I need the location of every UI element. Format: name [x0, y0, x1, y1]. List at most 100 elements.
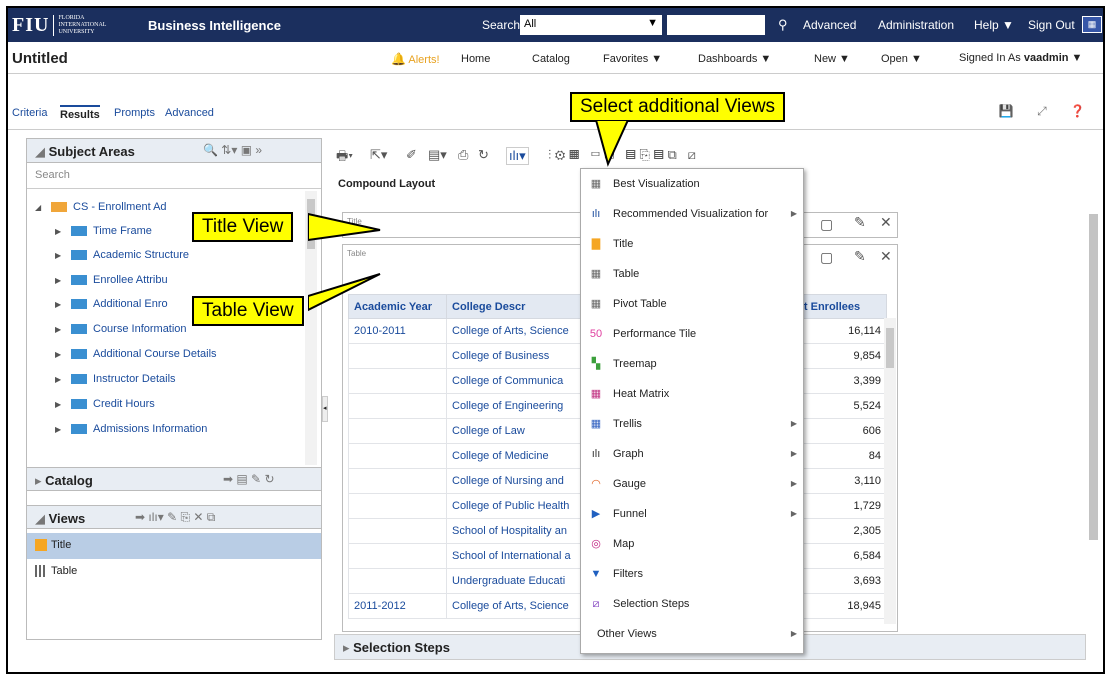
alerts-link[interactable]: 🔔 Alerts! [391, 52, 440, 66]
favorites-menu[interactable]: Favorites ▼ [603, 53, 662, 65]
menu-item-trellis[interactable]: ▦ Trellis ▶ [581, 409, 803, 439]
menu-item-filters[interactable]: ▼ Filters [581, 559, 803, 589]
year-cell[interactable] [348, 393, 447, 419]
sign-out-link[interactable]: Sign Out [1028, 18, 1075, 32]
college-cell[interactable]: College of Law [446, 418, 583, 444]
export-icon[interactable]: ⇱▾ [370, 147, 387, 163]
college-cell[interactable]: College of Arts, Science [446, 593, 583, 619]
panel-collapse-handle[interactable]: ◂ [322, 396, 328, 422]
tree-item-course-information[interactable]: ▶ Course Information [55, 323, 187, 335]
menu-item-table[interactable]: ▦ Table [581, 259, 803, 289]
year-cell[interactable]: 2010-2011 [348, 318, 447, 344]
search-icon[interactable]: ⚲ [778, 17, 788, 33]
tree-item-instructor-details[interactable]: ▶ Instructor Details [55, 373, 176, 385]
menu-item-pivot-table[interactable]: ▦ Pivot Table [581, 289, 803, 319]
menu-item-other-views[interactable]: Other Views ▶ [581, 619, 803, 649]
close-icon[interactable]: ✕ [880, 214, 892, 231]
views-toolbar-icon[interactable]: ➡ ılı▾ ✎ ⎘ ✕ ⧉ [135, 510, 215, 525]
menu-item-selection-steps[interactable]: ⧄ Selection Steps [581, 589, 803, 619]
year-cell[interactable]: 2011-2012 [348, 593, 447, 619]
college-cell[interactable]: College of Business [446, 343, 583, 369]
menu-item-gauge[interactable]: ◠ Gauge ▶ [581, 469, 803, 499]
print-icon[interactable]: 🖶▾ [336, 147, 353, 169]
dashboards-menu[interactable]: Dashboards ▼ [698, 53, 771, 65]
add-to-criteria-icon[interactable]: ➡ ▤ ✎ ↻ [223, 472, 275, 486]
college-cell[interactable]: College of Public Health [446, 493, 583, 519]
menu-item-graph[interactable]: ılı Graph ▶ [581, 439, 803, 469]
menu-item-map[interactable]: ◎ Map [581, 529, 803, 559]
new-view-icon[interactable]: ılı▾ [506, 147, 529, 165]
college-cell[interactable]: College of Arts, Science [446, 318, 583, 344]
tree-item-time-frame[interactable]: ▶ Time Frame [55, 225, 152, 237]
year-cell[interactable] [348, 543, 447, 569]
views-header[interactable]: ◢ Views ➡ ılı▾ ✎ ⎘ ✕ ⧉ [27, 505, 321, 529]
print-preview-icon[interactable]: ⎙ [458, 147, 468, 163]
administration-link[interactable]: Administration [878, 18, 954, 32]
catalog-link[interactable]: Catalog [532, 53, 570, 65]
subject-search-input[interactable]: Search [27, 163, 321, 189]
subject-areas-header[interactable]: ◢ Subject Areas 🔍 ⇅▾ ▣ » [27, 139, 321, 163]
college-cell[interactable]: School of International a [446, 543, 583, 569]
view-item-title[interactable]: Title [27, 533, 321, 559]
advanced-link[interactable]: Advanced [803, 18, 856, 32]
menu-item-heat-matrix[interactable]: ▦ Heat Matrix [581, 379, 803, 409]
scrollbar-thumb[interactable] [886, 328, 894, 368]
year-cell[interactable] [348, 468, 447, 494]
year-cell[interactable] [348, 368, 447, 394]
college-cell[interactable]: College of Nursing and [446, 468, 583, 494]
search-icon[interactable]: 🔍 ⇅▾ ▣ » [203, 143, 262, 157]
edit-icon[interactable]: ✎ [854, 248, 866, 265]
year-cell[interactable] [348, 568, 447, 594]
catalog-header[interactable]: ▸ Catalog ➡ ▤ ✎ ↻ [27, 467, 321, 491]
menu-item-treemap[interactable]: ▚ Treemap [581, 349, 803, 379]
menu-item-funnel[interactable]: ▶ Funnel ▶ [581, 499, 803, 529]
college-cell[interactable]: College of Communica [446, 368, 583, 394]
home-link[interactable]: Home [461, 53, 490, 65]
new-menu[interactable]: New ▼ [814, 53, 850, 65]
scrollbar-thumb[interactable] [1089, 214, 1098, 540]
search-scope-select[interactable]: All ▼ [520, 15, 662, 35]
open-menu[interactable]: Open ▼ [881, 53, 922, 65]
save-icon[interactable]: 💾 ⤢ ❓ [999, 104, 1095, 119]
tree-item-enrollee-attributes[interactable]: ▶ Enrollee Attribu [55, 274, 168, 286]
tab-criteria[interactable]: Criteria [12, 107, 47, 119]
tree-item-admissions-information[interactable]: ▶ Admissions Information [55, 423, 207, 435]
help-menu[interactable]: Help ▼ [974, 18, 1014, 32]
refresh-icon[interactable]: ↻ [478, 147, 489, 163]
search-input[interactable] [667, 15, 765, 35]
edit-icon[interactable]: ✎ [854, 214, 866, 231]
menu-item-best-visualization[interactable]: ▦ Best Visualization [581, 169, 803, 199]
format-icon[interactable]: ▢ [820, 249, 833, 266]
college-cell[interactable]: Undergraduate Educati [446, 568, 583, 594]
college-cell[interactable]: School of Hospitality an [446, 518, 583, 544]
tab-results[interactable]: Results [60, 105, 100, 121]
year-cell[interactable] [348, 343, 447, 369]
close-icon[interactable]: ✕ [880, 248, 892, 265]
tree-item-additional-enrollment[interactable]: ▶ Additional Enro [55, 298, 168, 310]
year-cell[interactable] [348, 418, 447, 444]
signed-in-info[interactable]: Signed In As vaadmin ▼ [959, 52, 1082, 64]
apps-grid-icon[interactable]: ▦ [1082, 16, 1102, 33]
edit-icon[interactable]: ✐ [406, 147, 417, 163]
tree-item-academic-structure[interactable]: ▶ Academic Structure [55, 249, 189, 261]
tree-item-root[interactable]: ◢ CS - Enrollment Ad [35, 201, 167, 213]
layout-icon[interactable]: ▤▾ [428, 147, 447, 163]
view-item-table[interactable]: Table [27, 559, 321, 585]
college-cell[interactable]: College of Engineering [446, 393, 583, 419]
college-cell[interactable]: College of Medicine [446, 443, 583, 469]
menu-item-title[interactable]: ▇ Title [581, 229, 803, 259]
column-header[interactable]: College Descr [446, 294, 583, 319]
year-cell[interactable] [348, 443, 447, 469]
year-cell[interactable] [348, 518, 447, 544]
table-scrollbar[interactable] [884, 318, 896, 624]
format-icon[interactable]: ▢ [820, 216, 833, 233]
tree-item-additional-course-details[interactable]: ▶ Additional Course Details [55, 348, 217, 360]
tab-prompts[interactable]: Prompts [114, 107, 155, 119]
tab-advanced[interactable]: Advanced [165, 107, 214, 119]
tree-item-credit-hours[interactable]: ▶ Credit Hours [55, 398, 155, 410]
main-scrollbar[interactable] [1086, 198, 1100, 636]
year-cell[interactable] [348, 493, 447, 519]
menu-item-recommended-visualization-for[interactable]: ılı Recommended Visualization for ▶ [581, 199, 803, 229]
menu-item-performance-tile[interactable]: 50 Performance Tile [581, 319, 803, 349]
submenu-arrow-icon: ▶ [790, 449, 797, 458]
